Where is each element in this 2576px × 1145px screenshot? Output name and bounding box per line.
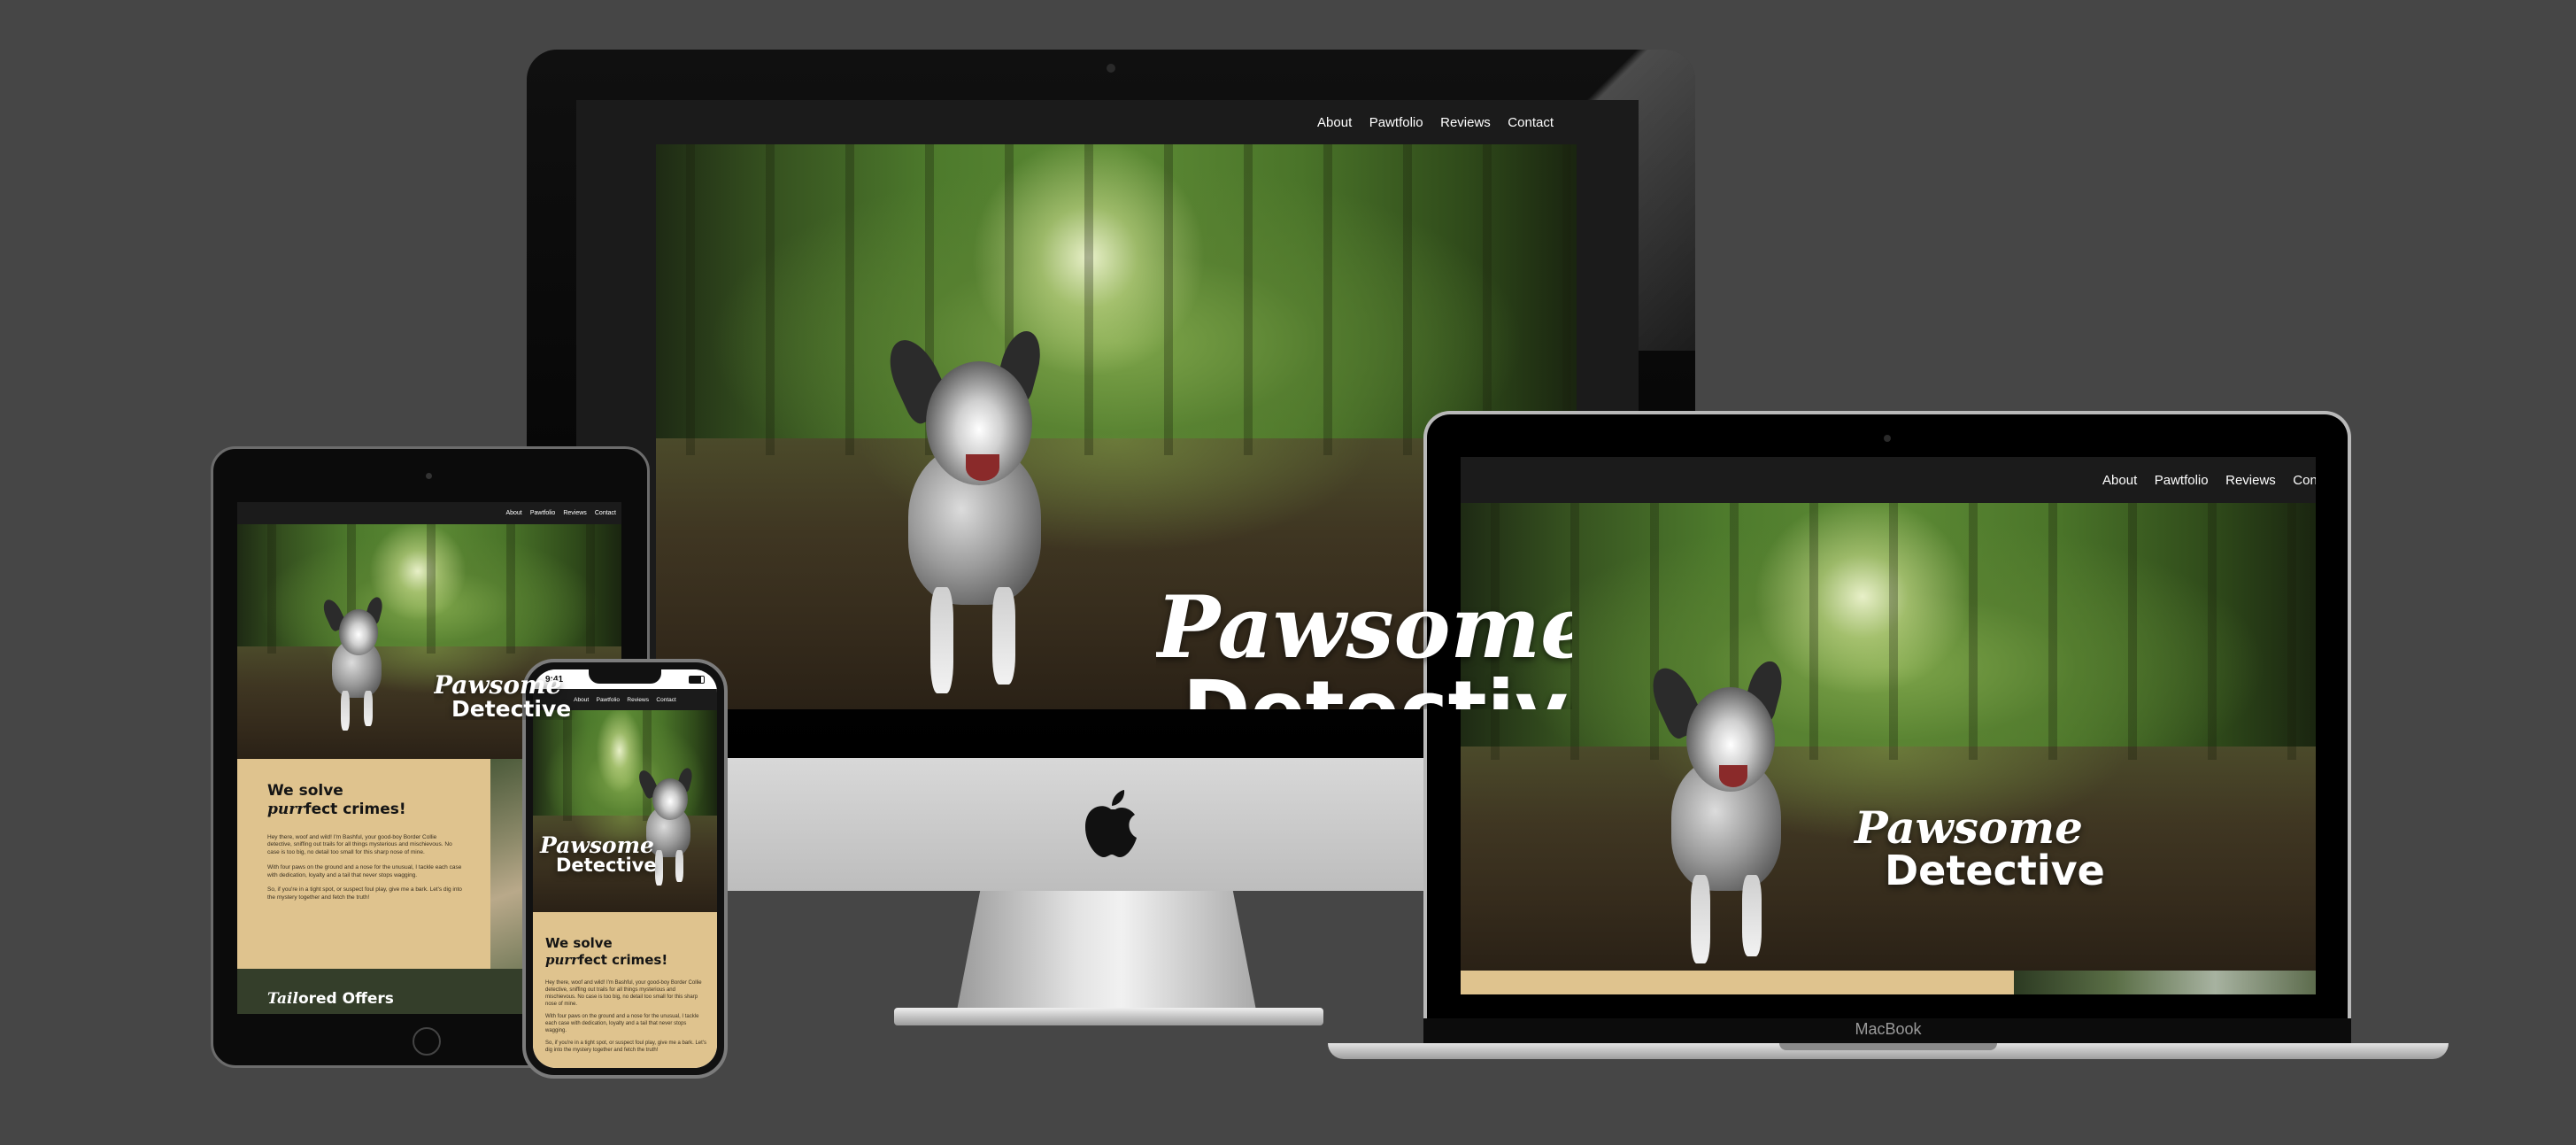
macbook-screen: About Pawtfolio Reviews Contact Pawsome … [1461,457,2316,994]
hero-title: Pawsome Detective [1855,801,2105,894]
dog-photo [1644,654,1806,963]
hero-title-line2: Detective [1885,847,2105,894]
nav-pawtfolio[interactable]: Pawtfolio [2155,473,2209,488]
imac-screen: About Pawtfolio Reviews Contact Pawsome … [576,100,1639,709]
site-nav: About Pawtfolio Reviews Contact [1461,457,2316,503]
dog-photo [877,321,1072,693]
nav-contact[interactable]: Contact [1508,115,1554,130]
about-photo-strip [2014,971,2316,994]
nav-reviews[interactable]: Reviews [563,510,586,516]
site-nav: About Pawtfolio Reviews Contact [576,100,1639,144]
nav-about[interactable]: About [2102,473,2137,488]
nav-reviews[interactable]: Reviews [1440,115,1491,130]
about-section: We solve purrfect crimes! Hey there, woo… [533,912,717,1068]
dog-photo [320,593,392,731]
hero-title-line1: Pawsome [1156,585,1572,677]
camera-icon [1884,435,1891,442]
macbook-notch [1779,1043,1997,1050]
site-nav: About Pawtfolio Reviews Contact [237,502,621,524]
battery-icon [689,675,705,684]
tagline: We solve purrfect crimes! [267,782,406,819]
imac-stand [956,891,1257,1015]
hero-title: Pawsome Detective [1156,585,1572,709]
hero-title: Pawsome Detective [540,834,657,875]
hero-title-line2: Detective [556,855,657,876]
camera-icon [426,473,432,479]
nav-contact[interactable]: Contact [2293,473,2316,488]
apple-logo-icon [1085,790,1137,857]
about-paragraph-2: With four paws on the ground and a nose … [545,1013,699,1034]
about-paragraph-1: Hey there, woof and wild! I'm Bashful, y… [267,833,452,856]
camera-icon [1107,64,1115,73]
nav-pawtfolio[interactable]: Pawtfolio [530,510,555,516]
about-paragraph-2: With four paws on the ground and a nose … [267,863,462,878]
about-paragraph-3: So, if you're in a tight spot, or suspec… [267,886,462,901]
nav-contact[interactable]: Contact [595,510,616,516]
nav-about[interactable]: About [1317,115,1352,130]
hero-image: Pawsome Detective [533,710,717,912]
hero-image: Pawsome Detective [1461,503,2316,971]
home-button[interactable] [413,1027,441,1056]
iphone-notch [589,669,661,684]
about-paragraph-3: So, if you're in a tight spot, or suspec… [545,1041,706,1054]
about-section: We solve purrfect crimes! Hey there, woo… [237,759,490,969]
tagline: We solve purrfect crimes! [545,935,668,968]
nav-about[interactable]: About [505,510,521,516]
hero-title-line2: Detective [1156,670,1572,710]
hero-title-line1: Pawsome [540,832,654,858]
hero-title-line1: Pawsome [1855,801,2083,854]
macbook-label: MacBook [1855,1020,1922,1038]
about-section-strip [1461,971,2014,994]
imac-foot [894,1008,1323,1025]
nav-reviews[interactable]: Reviews [2225,473,2276,488]
iphone-screen: 9:41 About Pawtfolio Reviews Contact Paw… [533,669,717,1068]
nav-pawtfolio[interactable]: Pawtfolio [1369,115,1423,130]
about-paragraph-1: Hey there, woof and wild! I'm Bashful, y… [545,979,702,1007]
nav-contact[interactable]: Contact [656,697,675,703]
hero-title-line2: Detective [451,696,572,720]
nav-reviews[interactable]: Reviews [627,697,649,703]
